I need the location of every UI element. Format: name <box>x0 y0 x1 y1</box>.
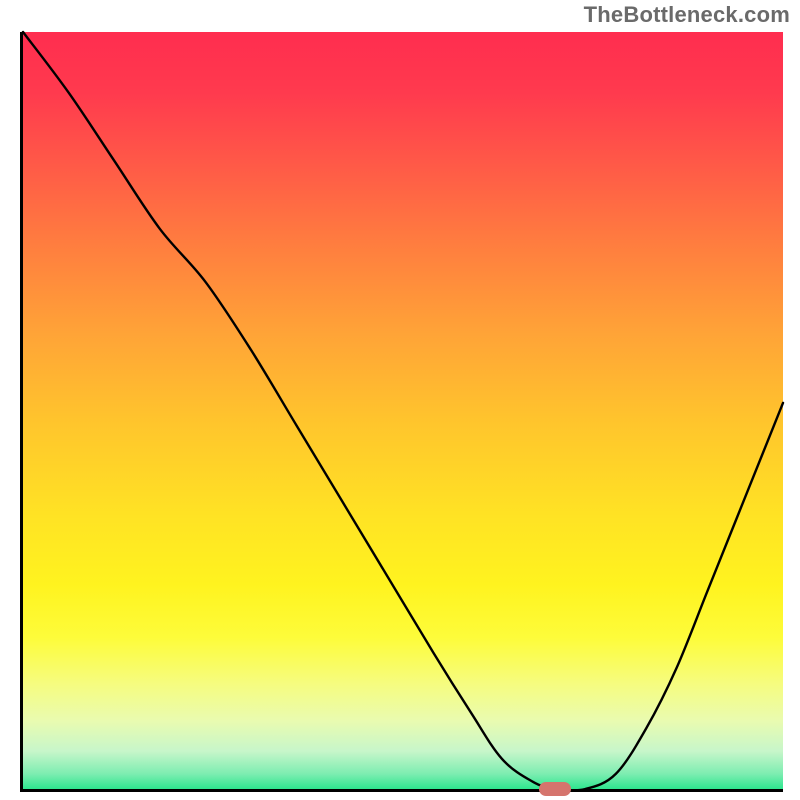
optimal-marker <box>539 782 571 796</box>
bottleneck-chart: TheBottleneck.com <box>0 0 800 800</box>
watermark-text: TheBottleneck.com <box>584 2 790 28</box>
bottleneck-curve <box>23 32 783 789</box>
plot-area <box>20 32 783 792</box>
